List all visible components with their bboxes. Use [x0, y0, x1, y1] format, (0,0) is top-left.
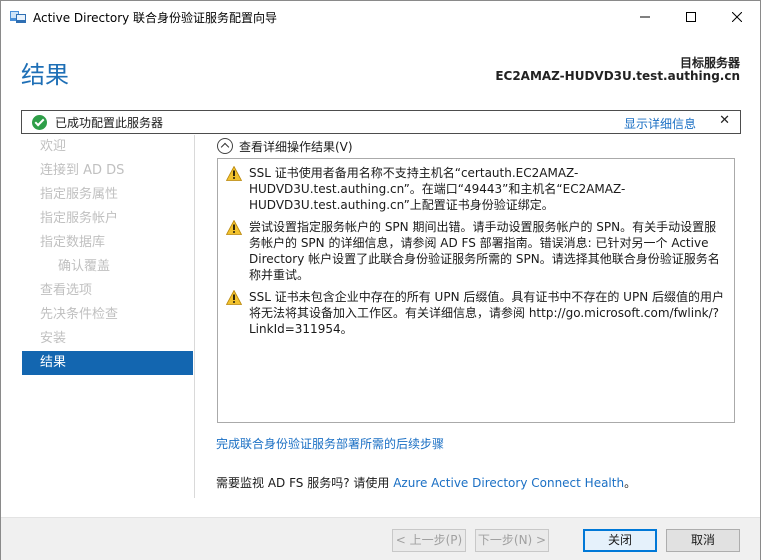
nav-step-database: 指定数据库 [40, 235, 106, 250]
nav-step-service-properties: 指定服务属性 [40, 187, 119, 202]
window-title: Active Directory 联合身份验证服务配置向导 [33, 11, 278, 25]
notification-bar: 已成功配置此服务器 显示详细信息 ✕ [21, 110, 741, 134]
wizard-window: Active Directory 联合身份验证服务配置向导 结果 目标服务器 E… [0, 0, 761, 560]
connect-health-link[interactable]: Azure Active Directory Connect Health [393, 476, 624, 490]
nav-step-service-account: 指定服务帐户 [40, 211, 119, 226]
nav-step-welcome: 欢迎 [40, 139, 67, 154]
nav-step-review-options: 查看选项 [40, 283, 93, 298]
previous-button[interactable]: < 上一步(P) [392, 529, 466, 552]
warning-text: SSL 证书未包含企业中存在的所有 UPN 后缀值。具有证书中不存在的 UPN … [249, 290, 724, 336]
nav-step-prereq-check: 先决条件检查 [40, 307, 119, 322]
wizard-footer: < 上一步(P) 下一步(N) > 关闭 取消 [1, 517, 760, 560]
nav-step-confirm-overwrite: 确认覆盖 [58, 259, 111, 274]
target-server-value: EC2AMAZ-HUDVD3U.test.authing.cn [495, 69, 740, 83]
page-title: 结果 [21, 61, 69, 89]
close-button[interactable]: 关闭 [583, 529, 657, 552]
success-check-icon [32, 115, 47, 130]
warning-item: SSL 证书未包含企业中存在的所有 UPN 后缀值。具有证书中不存在的 UPN … [226, 289, 726, 337]
warning-text: SSL 证书使用者备用名称不支持主机名“certauth.EC2AMAZ-HUD… [249, 166, 626, 212]
nav-step-connect-ad-ds: 连接到 AD DS [40, 163, 125, 178]
warning-item: SSL 证书使用者备用名称不支持主机名“certauth.EC2AMAZ-HUD… [226, 165, 726, 213]
maximize-button[interactable] [668, 1, 714, 32]
dismiss-notification-icon[interactable]: ✕ [719, 113, 730, 128]
show-details-link[interactable]: 显示详细信息 [624, 115, 696, 132]
monitor-prompt: 需要监视 AD FS 服务吗? 请使用 Azure Active Directo… [216, 474, 636, 491]
warning-icon [226, 290, 242, 305]
nav-step-install: 安装 [40, 331, 67, 346]
close-window-button[interactable] [714, 1, 760, 32]
nav-step-results[interactable]: 结果 [22, 351, 193, 375]
next-button[interactable]: 下一步(N) > [475, 529, 549, 552]
wizard-steps-nav: 欢迎 连接到 AD DS 指定服务属性 指定服务帐户 指定数据库 确认覆盖 查看… [22, 135, 193, 375]
warning-text: 尝试设置指定服务帐户的 SPN 期间出错。请手动设置服务帐户的 SPN。有关手动… [249, 220, 720, 282]
results-details-box[interactable]: SSL 证书使用者备用名称不支持主机名“certauth.EC2AMAZ-HUD… [217, 158, 735, 423]
nav-divider [194, 135, 195, 498]
monitor-text: 需要监视 AD FS 服务吗? 请使用 [216, 476, 394, 490]
monitor-suffix: 。 [624, 476, 637, 490]
close-icon [732, 11, 742, 22]
minimize-button[interactable] [622, 1, 668, 32]
adfs-app-icon [10, 11, 26, 23]
warning-icon [226, 166, 242, 181]
warning-icon [226, 220, 242, 235]
warning-item: 尝试设置指定服务帐户的 SPN 期间出错。请手动设置服务帐户的 SPN。有关手动… [226, 219, 726, 283]
expand-details-label: 查看详细操作结果(V) [239, 139, 353, 154]
next-steps-link[interactable]: 完成联合身份验证服务部署所需的后续步骤 [216, 435, 444, 452]
notification-message: 已成功配置此服务器 [55, 116, 164, 130]
minimize-icon [640, 16, 650, 17]
title-bar[interactable]: Active Directory 联合身份验证服务配置向导 [1, 1, 760, 32]
maximize-icon [686, 11, 696, 22]
chevron-up-circle-icon [217, 138, 233, 154]
expand-details-toggle[interactable]: 查看详细操作结果(V) [217, 137, 353, 155]
cancel-button[interactable]: 取消 [666, 529, 740, 552]
